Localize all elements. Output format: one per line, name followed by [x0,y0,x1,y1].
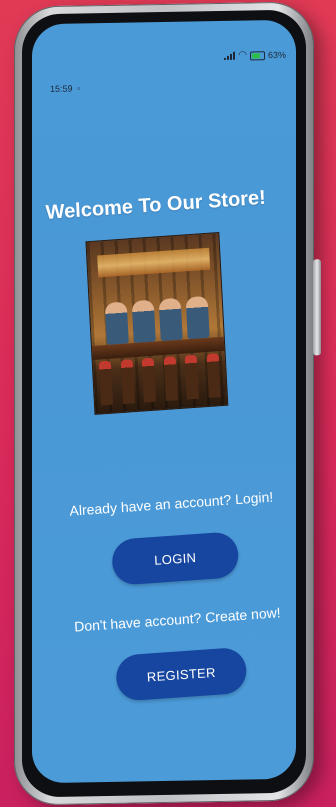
register-button[interactable]: REGISTER [115,646,248,702]
store-image-stools [98,353,221,406]
welcome-content: Welcome To Our Store! Already have an ac… [32,20,296,784]
store-image [85,231,229,415]
page-title: Welcome To Our Store! [45,186,267,225]
phone-bezel: 15:59 ▫ ◠ 63% Welcome To Our Store! Alre… [22,9,306,798]
register-prompt: Don't have account? Create now! [73,604,281,635]
phone-side-button [313,259,321,356]
login-button[interactable]: LOGIN [111,531,240,586]
app-screen: 15:59 ▫ ◠ 63% Welcome To Our Store! Alre… [32,19,296,784]
store-image-lights [97,247,211,278]
phone-frame: 15:59 ▫ ◠ 63% Welcome To Our Store! Alre… [14,1,321,806]
login-prompt: Already have an account? Login! [69,488,274,519]
